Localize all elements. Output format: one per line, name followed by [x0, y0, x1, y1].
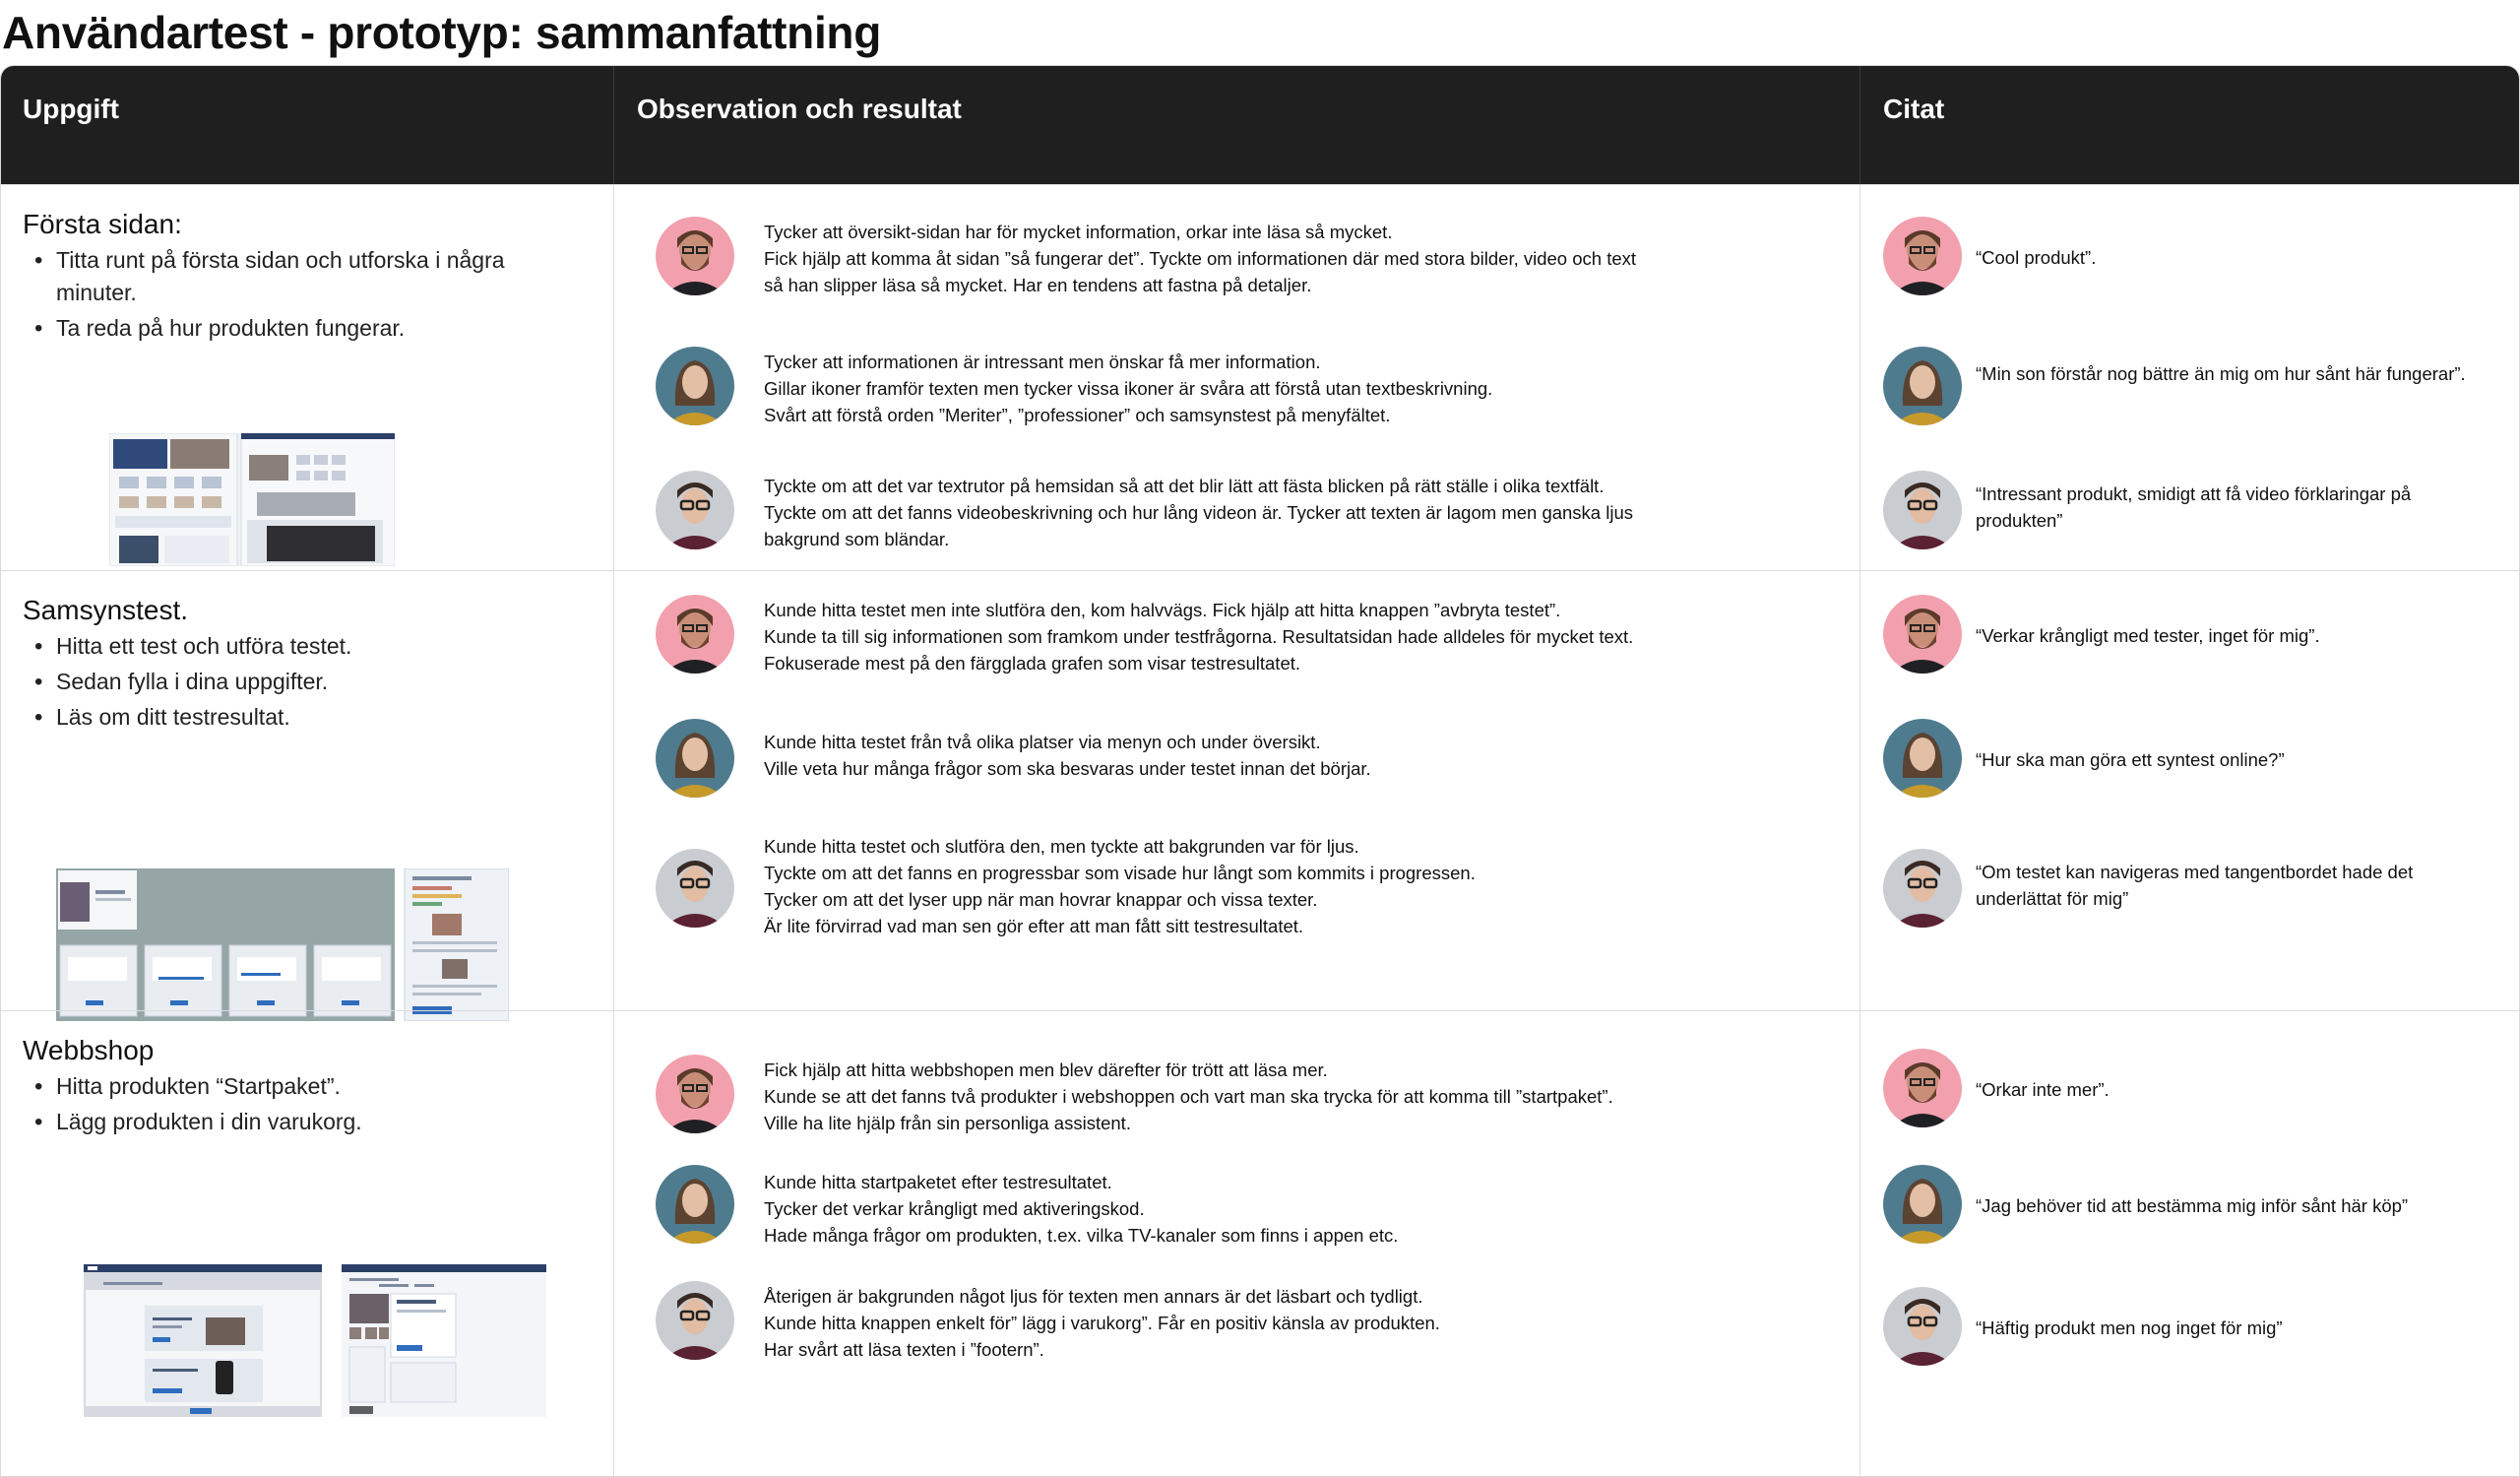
quote-text: “Intressant produkt, smidigt att få vide… [1976, 483, 2412, 531]
quote-text: “Min son förstår nog bättre än mig om hu… [1976, 363, 2466, 384]
persona-3-avatar [656, 471, 734, 549]
observation-line: Fick hjälp att komma åt sidan ”så funger… [764, 248, 1637, 269]
task-item: Titta runt på första sidan och utforska … [23, 244, 535, 309]
table-row: Första sidan: Titta runt på första sidan… [1, 184, 2519, 570]
persona-1-avatar [1883, 595, 1962, 674]
task-cell: Webbshop Hitta produkten “Startpaket”. L… [23, 1035, 603, 1141]
persona-3-avatar [1883, 471, 1962, 549]
quote-text: “Om testet kan navigeras med tangentbord… [1976, 862, 2414, 909]
task-item: Hitta produkten “Startpaket”. [23, 1070, 535, 1103]
observation-line: så han slipper läsa så mycket. Har en te… [764, 275, 1312, 295]
task-cell: Samsynstest. Hitta ett test och utföra t… [23, 595, 603, 737]
persona-2-avatar [656, 347, 734, 425]
prototype-screenshot-vision-test [56, 867, 510, 1022]
task-list: Hitta produkten “Startpaket”. Lägg produ… [23, 1070, 603, 1138]
observation-text: Återigen är bakgrunden något ljus för te… [764, 1283, 1748, 1363]
column-header-quote: Citat [1883, 94, 1945, 124]
observation-text: Kunde hitta startpaketet efter testresul… [764, 1169, 1748, 1249]
persona-2-avatar [656, 1165, 734, 1244]
observation-line: Kunde hitta testet men inte slutföra den… [764, 600, 1561, 620]
observation-text: Kunde hitta testet från två olika platse… [764, 729, 1748, 782]
persona-1-avatar [656, 217, 734, 295]
task-cell: Första sidan: Titta runt på första sidan… [23, 209, 603, 348]
observation-line: Tyckte om att det fanns en progressbar s… [764, 863, 1476, 883]
observation-line: Fick hjälp att hitta webbshopen men blev… [764, 1060, 1328, 1080]
task-item: Läs om ditt testresultat. [23, 701, 535, 734]
observation-line: Är lite förvirrad vad man sen gör efter … [764, 916, 1304, 936]
observation-line: bakgrund som bländar. [764, 529, 950, 549]
table-header: Uppgift Observation och resultat Citat [1, 66, 2519, 184]
task-item: Lägg produkten i din varukorg. [23, 1106, 535, 1138]
observation-line: Tycker att informationen är intressant m… [764, 352, 1321, 372]
task-item: Sedan fylla i dina uppgifter. [23, 666, 535, 698]
observation-line: Kunde se att det fanns två produkter i w… [764, 1086, 1613, 1107]
persona-3-avatar [1883, 849, 1962, 928]
observation-line: Gillar ikoner framför texten men tycker … [764, 378, 1493, 399]
observation-line: Tycker om att det lyser upp när man hovr… [764, 889, 1318, 910]
observation-line: Tycker att översikt-sidan har för mycket… [764, 222, 1393, 242]
quote-text: “Hur ska man göra ett syntest online?” [1976, 749, 2285, 770]
observation-line: Svårt att förstå orden ”Meriter”, ”profe… [764, 405, 1391, 425]
task-list: Titta runt på första sidan och utforska … [23, 244, 603, 345]
observation-text: Tycker att översikt-sidan har för mycket… [764, 219, 1748, 298]
task-item: Hitta ett test och utföra testet. [23, 630, 535, 663]
summary-table: Uppgift Observation och resultat Citat F… [0, 65, 2520, 1477]
table-row: Webbshop Hitta produkten “Startpaket”. L… [1, 1010, 2519, 1476]
observation-line: Kunde hitta startpaketet efter testresul… [764, 1172, 1112, 1192]
quote-text: “Orkar inte mer”. [1976, 1079, 2110, 1100]
persona-1-avatar [656, 595, 734, 674]
task-title: Första sidan: [23, 209, 182, 239]
observation-text: Tyckte om att det var textrutor på hemsi… [764, 473, 1748, 552]
prototype-screenshot-webshop [84, 1264, 546, 1417]
persona-2-avatar [1883, 1165, 1962, 1244]
prototype-screenshot-homepage [108, 432, 396, 567]
task-title: Samsynstest. [23, 595, 189, 625]
observation-text: Kunde hitta testet men inte slutföra den… [764, 597, 1748, 676]
page-title: Användartest - prototyp: sammanfattning [2, 7, 882, 58]
persona-2-avatar [1883, 347, 1962, 425]
task-title: Webbshop [23, 1035, 155, 1065]
observation-text: Kunde hitta testet och slutföra den, men… [764, 833, 1748, 939]
quote-text: “Cool produkt”. [1976, 247, 2097, 268]
persona-3-avatar [1883, 1287, 1962, 1366]
column-header-observation: Observation och resultat [637, 94, 962, 124]
persona-2-avatar [656, 719, 734, 798]
observation-line: Kunde hitta knappen enkelt för” lägg i v… [764, 1313, 1440, 1333]
observation-line: Har svårt att läsa texten i ”footern”. [764, 1339, 1044, 1360]
observation-line: Ville ha lite hjälp från sin personliga … [764, 1113, 1131, 1133]
persona-1-avatar [656, 1055, 734, 1133]
quote-text: “Jag behöver tid att bestämma mig inför … [1976, 1195, 2409, 1216]
persona-2-avatar [1883, 719, 1962, 798]
observation-line: Tyckte om att det var textrutor på hemsi… [764, 476, 1605, 496]
table-row: Samsynstest. Hitta ett test och utföra t… [1, 570, 2519, 1022]
observation-line: Kunde hitta testet från två olika platse… [764, 732, 1321, 752]
task-item: Ta reda på hur produkten fungerar. [23, 312, 535, 345]
observation-text: Tycker att informationen är intressant m… [764, 349, 1748, 428]
persona-3-avatar [656, 849, 734, 928]
quote-text: “Häftig produkt men nog inget för mig” [1976, 1317, 2283, 1338]
observation-line: Hade många frågor om produkten, t.ex. vi… [764, 1225, 1399, 1246]
observation-line: Kunde hitta testet och slutföra den, men… [764, 836, 1359, 857]
persona-1-avatar [1883, 217, 1962, 295]
observation-line: Fokuserade mest på den färgglada grafen … [764, 653, 1301, 674]
observation-text: Fick hjälp att hitta webbshopen men blev… [764, 1057, 1748, 1136]
persona-3-avatar [656, 1281, 734, 1360]
observation-line: Tycker det verkar krångligt med aktiveri… [764, 1198, 1145, 1219]
persona-1-avatar [1883, 1049, 1962, 1127]
column-header-task: Uppgift [23, 94, 119, 124]
observation-line: Kunde ta till sig informationen som fram… [764, 626, 1634, 647]
observation-line: Ville veta hur många frågor som ska besv… [764, 758, 1371, 779]
observation-line: Återigen är bakgrunden något ljus för te… [764, 1286, 1423, 1307]
quote-text: “Verkar krångligt med tester, inget för … [1976, 625, 2320, 646]
observation-line: Tyckte om att det fanns videobeskrivning… [764, 502, 1633, 523]
task-list: Hitta ett test och utföra testet. Sedan … [23, 630, 603, 734]
